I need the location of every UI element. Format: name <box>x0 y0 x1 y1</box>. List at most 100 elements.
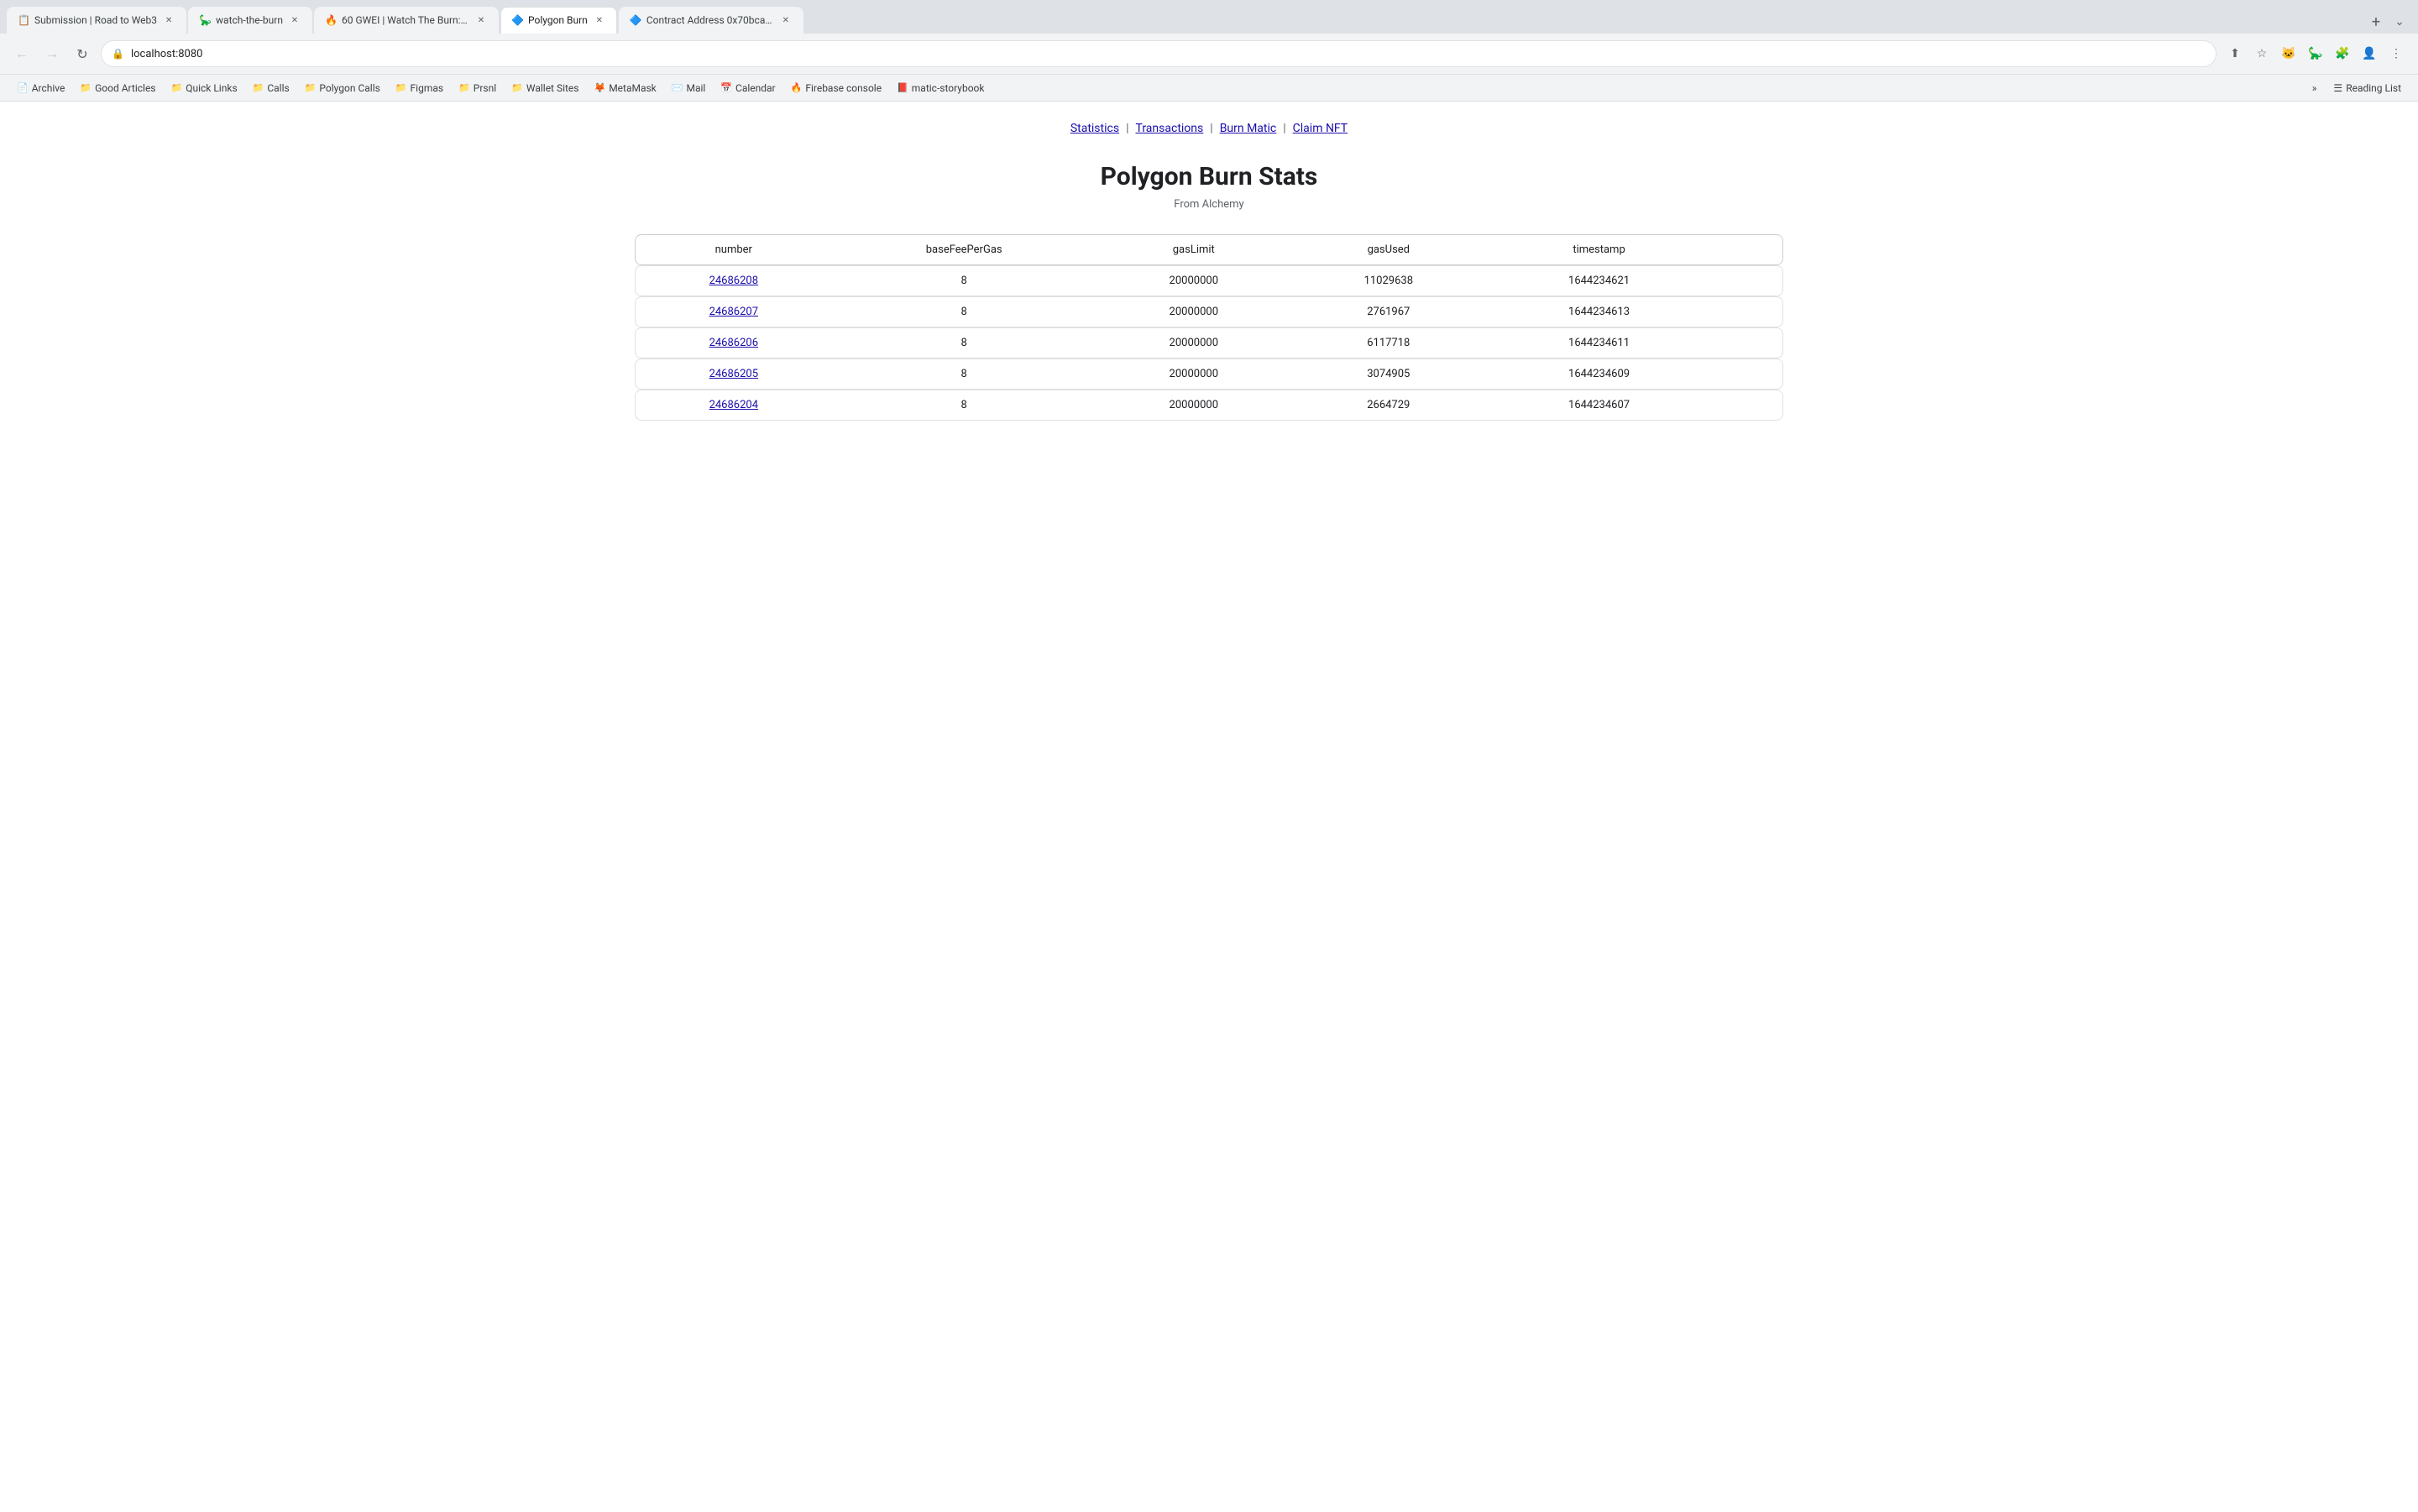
tab-favicon: 🦕 <box>199 14 211 26</box>
tab-close-button[interactable]: ✕ <box>162 13 175 27</box>
browser-tab-tab2[interactable]: 🦕 watch-the-burn ✕ <box>188 7 312 34</box>
stats-table: number baseFeePerGas gasLimit gasUsed ti… <box>635 234 1783 421</box>
address-bar: ← → ↻ 🔒 localhost:8080 ⬆ ☆ 🐱 🦕 🧩 👤 ⋮ <box>0 34 2418 74</box>
bookmark-favicon: 📄 <box>17 82 29 93</box>
tab-favicon: 🔷 <box>630 14 641 26</box>
bookmark-label: Calendar <box>735 82 776 94</box>
bookmark-bm4[interactable]: 📁 Calls <box>246 80 296 97</box>
block-number-link[interactable]: 24686207 <box>709 306 758 318</box>
cell-extra <box>1712 296 1783 327</box>
cell-gas-used: 11029638 <box>1291 265 1486 296</box>
page-content: Statistics | Transactions | Burn Matic |… <box>0 102 2418 1512</box>
block-number-link[interactable]: 24686208 <box>709 275 758 287</box>
table-container: number baseFeePerGas gasLimit gasUsed ti… <box>621 217 1797 437</box>
bookmark-favicon: 📁 <box>171 82 183 93</box>
bookmark-bm12[interactable]: 🔥 Firebase console <box>784 80 888 97</box>
table-row: 24686206 8 20000000 6117718 1644234611 <box>635 327 1783 358</box>
bookmark-bm11[interactable]: 📅 Calendar <box>714 80 782 97</box>
col-number: number <box>635 234 832 265</box>
block-number-link[interactable]: 24686205 <box>709 368 758 380</box>
bookmark-favicon: 📁 <box>253 82 264 93</box>
bookmark-label: matic-storybook <box>912 82 985 94</box>
bookmark-favicon: 📁 <box>395 82 407 93</box>
nav-statistics[interactable]: Statistics <box>1070 122 1119 135</box>
cell-extra <box>1712 265 1783 296</box>
tab-close-button[interactable]: ✕ <box>474 13 488 27</box>
nav-transactions[interactable]: Transactions <box>1136 122 1204 135</box>
bookmark-bm13[interactable]: 📕 matic-storybook <box>890 80 991 97</box>
bookmark-bm10[interactable]: ✉️ Mail <box>665 80 713 97</box>
profile-icon[interactable]: 👤 <box>2358 42 2381 65</box>
cell-timestamp: 1644234609 <box>1486 358 1713 390</box>
bookmark-favicon: ✉️ <box>672 82 683 93</box>
bookmark-bm1[interactable]: 📄 Archive <box>10 80 71 97</box>
bookmark-label: Wallet Sites <box>526 82 579 94</box>
nav-claim-nft[interactable]: Claim NFT <box>1293 122 1348 135</box>
browser-tab-tab4[interactable]: 🔷 Polygon Burn ✕ <box>500 7 617 34</box>
cell-timestamp: 1644234607 <box>1486 390 1713 421</box>
browser-tab-tab3[interactable]: 🔥 60 GWEI | Watch The Burn: El… ✕ <box>314 7 499 34</box>
url-text: localhost:8080 <box>131 48 2206 60</box>
cell-gas-used: 2761967 <box>1291 296 1486 327</box>
reading-list-label: Reading List <box>2346 82 2401 94</box>
cell-gas-limit: 20000000 <box>1096 390 1291 421</box>
browser-tab-tab1[interactable]: 📋 Submission | Road to Web3 ✕ <box>7 7 186 34</box>
bookmarks-more-button[interactable]: » <box>2307 80 2322 97</box>
bookmark-favicon: 📅 <box>720 82 732 93</box>
cell-gas-used: 3074905 <box>1291 358 1486 390</box>
forward-button[interactable]: → <box>40 42 64 65</box>
share-icon[interactable]: ⬆ <box>2223 42 2247 65</box>
bookmark-bm3[interactable]: 📁 Quick Links <box>165 80 244 97</box>
cell-gas-limit: 20000000 <box>1096 265 1291 296</box>
new-tab-button[interactable]: + <box>2364 10 2388 34</box>
extension-cat-icon[interactable]: 🐱 <box>2277 42 2300 65</box>
bookmark-icon[interactable]: ☆ <box>2250 42 2274 65</box>
cell-number: 24686206 <box>635 327 832 358</box>
tab-close-button[interactable]: ✕ <box>593 13 606 27</box>
tab-favicon: 🔥 <box>325 14 337 26</box>
cell-gas-limit: 20000000 <box>1096 296 1291 327</box>
tab-title: Contract Address 0x70bca57… <box>646 14 774 26</box>
bookmark-label: Good Articles <box>95 82 155 94</box>
page-title: Polygon Burn Stats <box>0 162 2418 191</box>
table-header-row: number baseFeePerGas gasLimit gasUsed ti… <box>635 234 1783 265</box>
bookmark-favicon: 📁 <box>458 82 470 93</box>
tab-close-button[interactable]: ✕ <box>288 13 301 27</box>
tab-list-button[interactable]: ⌄ <box>2388 10 2411 34</box>
nav-burn-matic[interactable]: Burn Matic <box>1220 122 1277 135</box>
bookmark-favicon: 📕 <box>897 82 908 93</box>
url-bar[interactable]: 🔒 localhost:8080 <box>101 40 2216 67</box>
more-menu-button[interactable]: ⋮ <box>2384 42 2408 65</box>
bookmark-bm5[interactable]: 📁 Polygon Calls <box>298 80 387 97</box>
bookmark-bm8[interactable]: 📁 Wallet Sites <box>505 80 585 97</box>
bookmark-label: Figmas <box>411 82 444 94</box>
bookmark-label: Firebase console <box>805 82 882 94</box>
tab-title: 60 GWEI | Watch The Burn: El… <box>342 14 469 26</box>
bookmark-bm2[interactable]: 📁 Good Articles <box>73 80 162 97</box>
bookmark-label: Mail <box>686 82 705 94</box>
page-nav: Statistics | Transactions | Burn Matic |… <box>0 102 2418 149</box>
extension-polygon-icon[interactable]: 🦕 <box>2304 42 2327 65</box>
bookmark-bm6[interactable]: 📁 Figmas <box>389 80 450 97</box>
col-timestamp: timestamp <box>1486 234 1713 265</box>
bookmark-bm9[interactable]: 🦊 MetaMask <box>587 80 662 97</box>
block-number-link[interactable]: 24686204 <box>709 399 758 411</box>
browser-tab-tab5[interactable]: 🔷 Contract Address 0x70bca57… ✕ <box>619 7 803 34</box>
table-body: 24686208 8 20000000 11029638 1644234621 … <box>635 265 1783 421</box>
tab-close-button[interactable]: ✕ <box>779 13 793 27</box>
reading-list-button[interactable]: ☰ Reading List <box>2326 80 2408 97</box>
table-header: number baseFeePerGas gasLimit gasUsed ti… <box>635 234 1783 265</box>
cell-extra <box>1712 390 1783 421</box>
bookmark-bm7[interactable]: 📁 Prsnl <box>452 80 503 97</box>
extensions-icon[interactable]: 🧩 <box>2331 42 2354 65</box>
cell-base-fee: 8 <box>832 296 1096 327</box>
table-row: 24686207 8 20000000 2761967 1644234613 <box>635 296 1783 327</box>
back-button[interactable]: ← <box>10 42 34 65</box>
tab-title: Submission | Road to Web3 <box>34 14 157 26</box>
cell-gas-used: 6117718 <box>1291 327 1486 358</box>
col-extra <box>1712 234 1783 265</box>
tab-title: Polygon Burn <box>528 14 588 26</box>
reload-button[interactable]: ↻ <box>71 42 94 65</box>
block-number-link[interactable]: 24686206 <box>709 337 758 349</box>
cell-number: 24686205 <box>635 358 832 390</box>
